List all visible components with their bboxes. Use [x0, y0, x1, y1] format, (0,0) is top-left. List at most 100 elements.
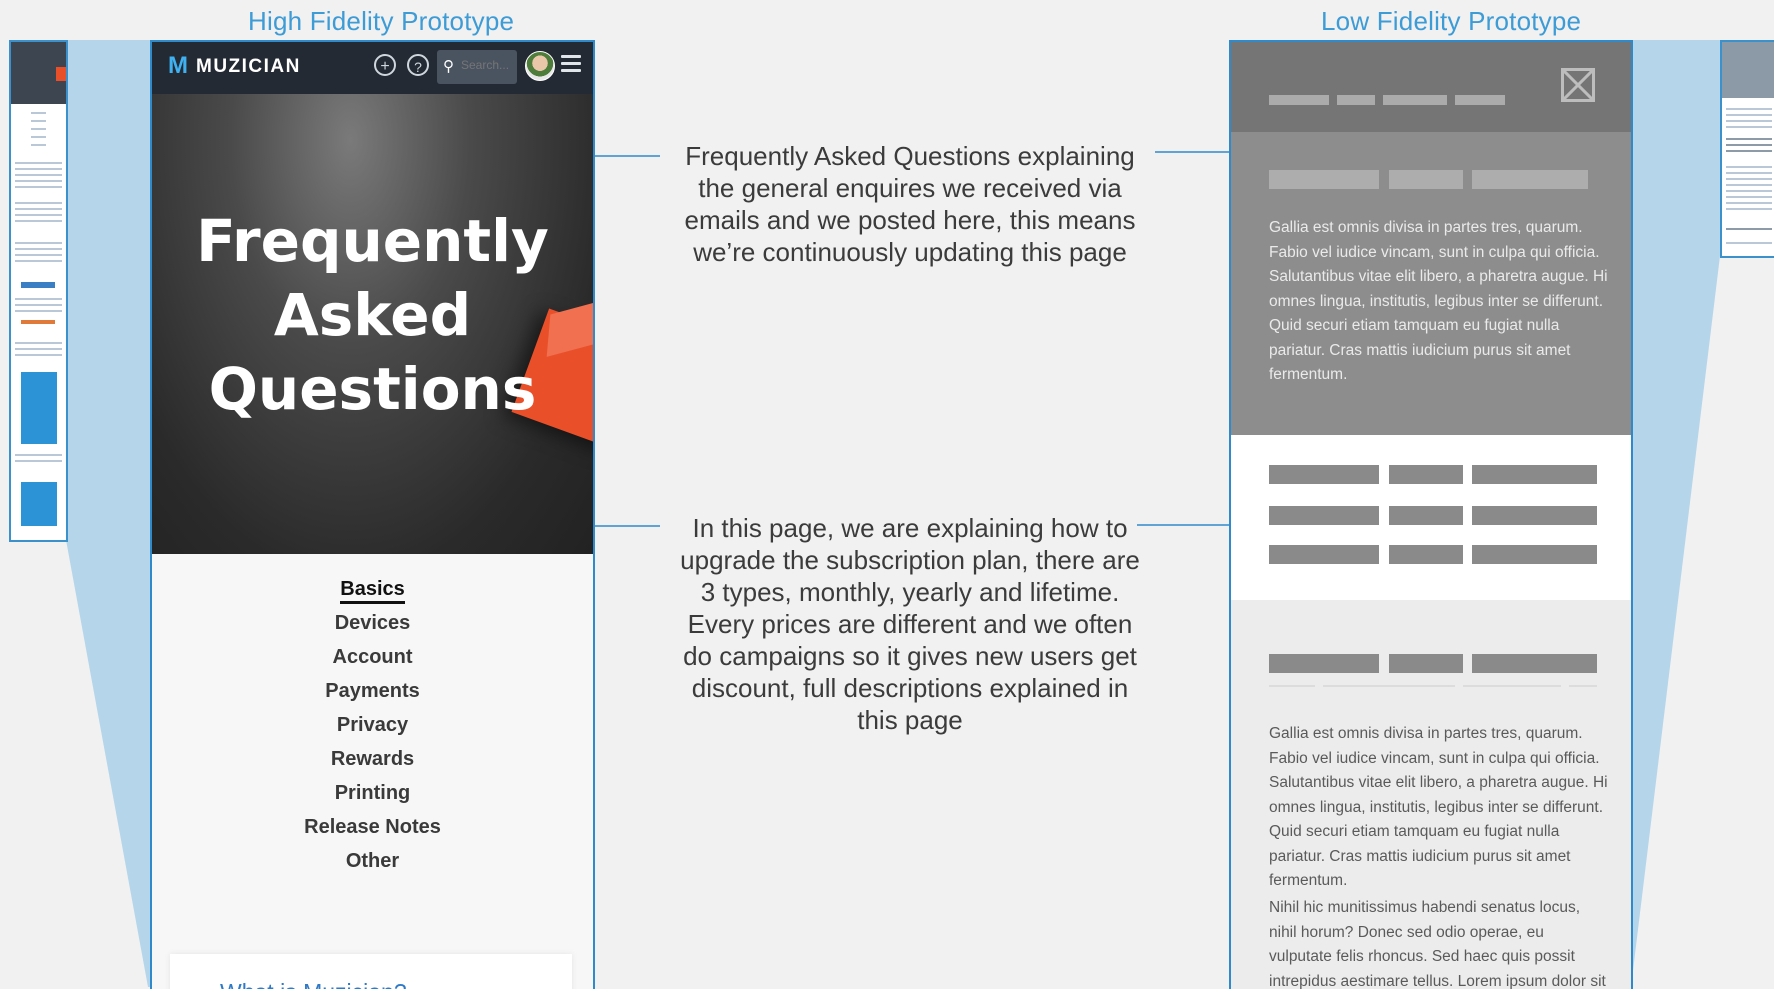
faq-nav-item-payments[interactable]: Payments	[152, 674, 593, 708]
logo-mark[interactable]: M	[168, 52, 188, 80]
search-box[interactable]: ⚲	[437, 50, 517, 84]
wireframe-link-bar	[1472, 506, 1597, 525]
thumbnail-line	[31, 144, 46, 146]
annotation-subscription-description: In this page, we are explaining how to u…	[680, 513, 1140, 735]
thumbnail-line	[15, 304, 62, 306]
hero-banner: Frequently Asked Questions	[152, 94, 593, 554]
faq-nav-item-devices[interactable]: Devices	[152, 606, 593, 640]
thumbnail-line	[1726, 150, 1772, 152]
right-zoom-connector	[1631, 40, 1720, 987]
thumbnail-line	[1726, 108, 1772, 110]
faq-nav-item-privacy[interactable]: Privacy	[152, 708, 593, 742]
wireframe-nav-bar	[1383, 95, 1447, 105]
thumbnail-line	[1726, 208, 1772, 210]
thumbnail-blue-block	[21, 372, 57, 444]
thumbnail-line	[15, 260, 62, 262]
add-icon[interactable]: +	[374, 54, 396, 76]
wireframe-link-grid	[1231, 435, 1631, 600]
thumbnail-cube	[56, 67, 66, 81]
thumbnail-blue-block	[21, 482, 57, 526]
search-icon: ⚲	[443, 58, 454, 75]
annotation-faq-description: Frequently Asked Questions explaining th…	[684, 141, 1136, 267]
wireframe-hero-text: Gallia est omnis divisa in partes tres, …	[1269, 219, 1608, 383]
avatar[interactable]	[525, 51, 555, 81]
faq-card: What is Muzician?	[170, 954, 572, 989]
thumbnail-line	[15, 298, 62, 300]
faq-nav-item-other[interactable]: Other	[152, 844, 593, 878]
high-fidelity-label: High Fidelity Prototype	[248, 6, 515, 36]
thumbnail-line	[15, 342, 62, 344]
thumbnail-line	[15, 214, 62, 216]
thumbnail-line	[1726, 178, 1772, 180]
thumbnail-line	[31, 136, 46, 138]
hero-title: Frequently Asked Questions	[152, 204, 593, 426]
hero-title-line: Frequently	[196, 207, 549, 275]
logo-text[interactable]: MUZICIAN	[196, 56, 301, 78]
thumbnail-line	[15, 348, 62, 350]
thumbnail-line	[31, 128, 46, 130]
wireframe-link-bar	[1472, 465, 1597, 484]
help-icon[interactable]: ?	[407, 54, 429, 76]
thumbnail-line	[15, 168, 62, 170]
menu-icon[interactable]	[561, 55, 581, 75]
thumbnail-line	[15, 310, 62, 312]
thumbnail-line	[1726, 114, 1772, 116]
wireframe-divider	[1269, 685, 1315, 687]
low-fidelity-prototype: Gallia est omnis divisa in partes tres, …	[1229, 40, 1633, 989]
faq-nav-item-printing[interactable]: Printing	[152, 776, 593, 810]
thumbnail-line	[31, 112, 46, 114]
faq-nav-item-release-notes[interactable]: Release Notes	[152, 810, 593, 844]
wireframe-title-bar	[1269, 170, 1379, 189]
thumbnail-line	[15, 208, 62, 210]
thumbnail-line	[15, 220, 62, 222]
low-fidelity-label: Low Fidelity Prototype	[1321, 6, 1582, 36]
wireframe-nav-bar	[1269, 95, 1329, 105]
wireframe-body-text-2: Nihil hic munitissimus habendi senatus l…	[1269, 899, 1606, 989]
thumbnail-line	[15, 162, 62, 164]
thumbnail-line	[1726, 202, 1772, 204]
wireframe-divider	[1463, 685, 1561, 687]
wireframe-nav-bar	[1455, 95, 1505, 105]
wireframe-title-bar	[1472, 170, 1588, 189]
thumbnail-line	[15, 254, 62, 256]
thumbnail-line	[1726, 166, 1772, 168]
thumbnail-line	[1726, 196, 1772, 198]
wireframe-link-bar	[1472, 545, 1597, 564]
wireframe-section-bar	[1472, 654, 1597, 673]
faq-category-nav: Basics Devices Account Payments Privacy …	[152, 572, 593, 878]
high-fidelity-thumbnail	[9, 40, 68, 542]
wireframe-link-bar	[1389, 465, 1463, 484]
thumbnail-line	[15, 174, 62, 176]
wireframe-link-bar	[1389, 545, 1463, 564]
thumbnail-line	[15, 186, 62, 188]
faq-nav-item-account[interactable]: Account	[152, 640, 593, 674]
thumbnail-line	[15, 202, 62, 204]
high-fidelity-prototype: M MUZICIAN + ? ⚲ Frequently Asked Questi…	[150, 40, 595, 989]
thumbnail-block	[21, 320, 55, 324]
faq-card-title[interactable]: What is Muzician?	[220, 979, 407, 989]
thumbnail-line	[1726, 184, 1772, 186]
wireframe-nav-bar	[1337, 95, 1375, 105]
wireframe-title-bar	[1389, 170, 1463, 189]
faq-nav-item-rewards[interactable]: Rewards	[152, 742, 593, 776]
thumbnail-line	[15, 460, 62, 462]
thumbnail-line	[1726, 144, 1772, 146]
wireframe-body-text: Gallia est omnis divisa in partes tres, …	[1269, 725, 1608, 889]
wireframe-hero: Gallia est omnis divisa in partes tres, …	[1231, 132, 1631, 435]
left-zoom-connector	[66, 40, 150, 987]
thumbnail-line	[15, 248, 62, 250]
faq-nav-item-basics[interactable]: Basics	[152, 572, 593, 606]
wireframe-section-bar	[1389, 654, 1463, 673]
faq-nav-label: Basics	[340, 578, 405, 604]
wireframe-section-bar	[1269, 654, 1379, 673]
thumbnail-header	[1722, 42, 1774, 98]
search-input[interactable]	[461, 58, 515, 72]
navbar: M MUZICIAN + ? ⚲	[152, 42, 593, 94]
thumbnail-line	[1726, 120, 1772, 122]
thumbnail-line	[1726, 190, 1772, 192]
hero-title-line: Asked	[273, 281, 472, 349]
wireframe-divider	[1569, 685, 1597, 687]
thumbnail-line	[15, 242, 62, 244]
thumbnail-line	[1726, 138, 1772, 140]
wireframe-header	[1231, 42, 1631, 132]
